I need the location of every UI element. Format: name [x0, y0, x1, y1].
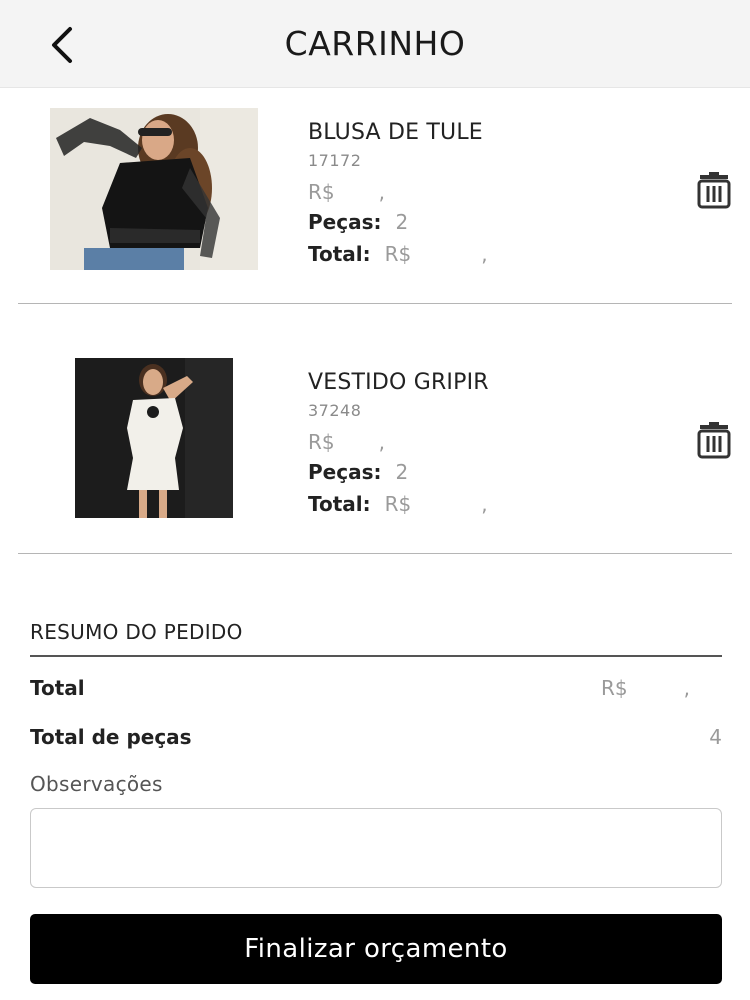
quantity-value: 2	[395, 210, 409, 234]
summary-total-separator: ,	[683, 676, 690, 700]
cart-item: VESTIDO GRIPIR 37248 R$, Peças: 2 Total: R…	[0, 350, 750, 550]
item-quantity: Peças: 2	[308, 460, 489, 490]
quantity-label: Peças:	[308, 460, 382, 484]
trash-icon	[697, 422, 731, 459]
item-total: Total: R$,	[308, 242, 488, 272]
product-image[interactable]	[75, 358, 233, 518]
item-total: Total: R$,	[308, 492, 489, 522]
cart-item: BLUSA DE TULE 17172 R$, Peças: 2 Total: R$…	[0, 100, 750, 300]
price-currency: R$	[308, 180, 335, 204]
summary-pieces-value: 4	[709, 725, 722, 749]
price-separator: ,	[378, 430, 385, 454]
top-bar: CARRINHO	[0, 0, 750, 88]
price-currency: R$	[308, 430, 335, 454]
item-code: 37248	[308, 401, 362, 420]
item-details: BLUSA DE TULE 17172 R$, Peças: 2 Total: R$…	[308, 120, 488, 272]
trash-icon	[697, 172, 731, 209]
delete-item-button[interactable]	[694, 170, 734, 210]
summary-title: RESUMO DO PEDIDO	[30, 620, 243, 644]
item-code: 17172	[308, 151, 362, 170]
summary-divider	[30, 655, 722, 657]
item-details: VESTIDO GRIPIR 37248 R$, Peças: 2 Total: R…	[308, 370, 489, 522]
price-separator: ,	[378, 180, 385, 204]
product-image[interactable]	[50, 108, 258, 270]
summary-pieces-label: Total de peças	[30, 725, 192, 749]
observations-field[interactable]	[30, 808, 722, 888]
summary-total-currency: R$	[601, 676, 628, 700]
summary-total-label: Total	[30, 676, 85, 700]
delete-item-button[interactable]	[694, 420, 734, 460]
total-label: Total:	[308, 242, 371, 266]
item-name: VESTIDO GRIPIR	[308, 370, 489, 395]
total-separator: ,	[481, 492, 488, 516]
item-price: R$,	[308, 430, 489, 458]
summary-total-row: Total R$,	[30, 676, 722, 700]
total-label: Total:	[308, 492, 371, 516]
item-price: R$,	[308, 180, 488, 208]
summary-total-value: R$,	[601, 676, 690, 700]
page-title: CARRINHO	[284, 24, 466, 63]
item-divider	[18, 553, 732, 554]
finish-quote-button[interactable]: Finalizar orçamento	[30, 914, 722, 984]
item-quantity: Peças: 2	[308, 210, 488, 240]
quantity-value: 2	[395, 460, 409, 484]
item-name: BLUSA DE TULE	[308, 120, 483, 145]
item-divider	[18, 303, 732, 304]
total-currency: R$	[384, 492, 412, 516]
total-currency: R$	[384, 242, 412, 266]
quantity-label: Peças:	[308, 210, 382, 234]
total-separator: ,	[481, 242, 488, 266]
observations-label: Observações	[30, 772, 163, 796]
summary-pieces-row: Total de peças 4	[30, 725, 722, 749]
